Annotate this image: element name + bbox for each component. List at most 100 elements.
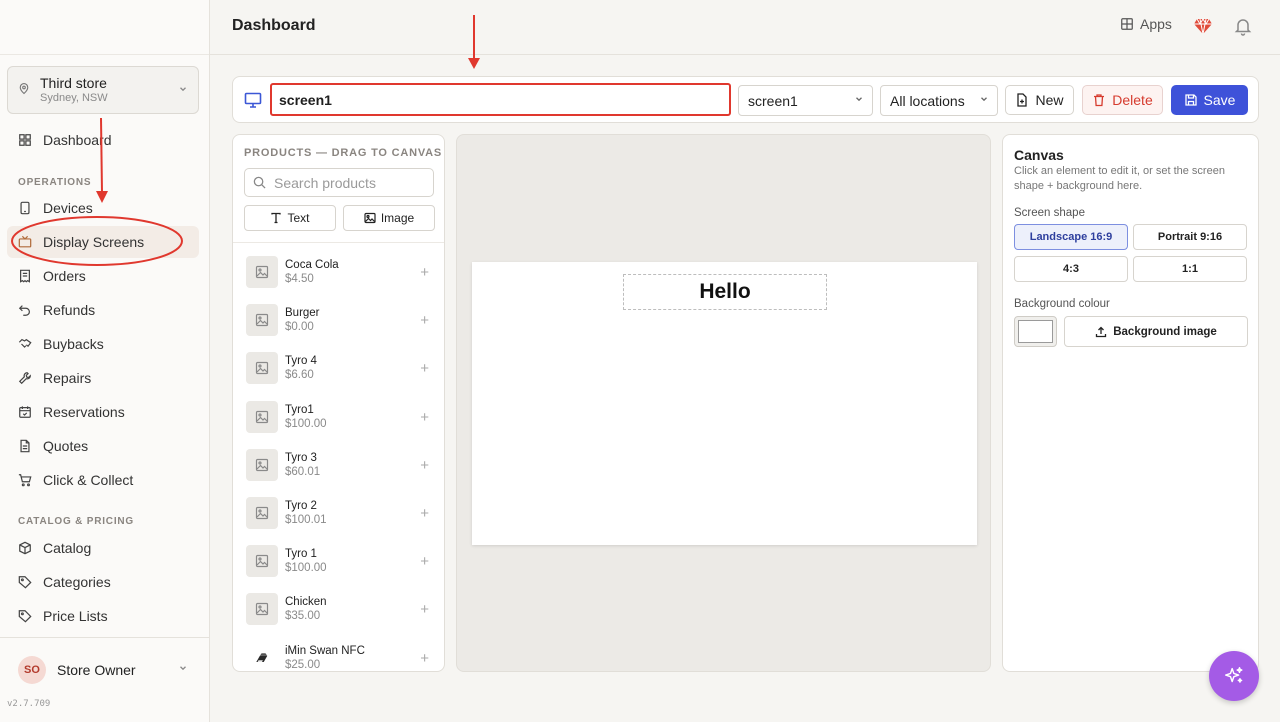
store-name: Third store bbox=[40, 75, 107, 91]
product-name: Tyro1 bbox=[285, 403, 314, 416]
bell-icon[interactable] bbox=[1233, 16, 1253, 36]
location-select-value: All locations bbox=[890, 92, 965, 109]
calendar-icon bbox=[18, 405, 32, 419]
product-price: $0.00 bbox=[285, 321, 314, 334]
product-price: $100.01 bbox=[285, 514, 327, 527]
sidebar-logo-area bbox=[0, 0, 209, 55]
plus-icon[interactable]: + bbox=[420, 505, 429, 522]
background-image-button[interactable]: Background image bbox=[1064, 316, 1248, 347]
plus-icon[interactable]: + bbox=[420, 553, 429, 570]
sidebar-item-price-lists[interactable]: Price Lists bbox=[7, 600, 199, 632]
product-name: Coca Cola bbox=[285, 259, 339, 272]
shape-1-1-button[interactable]: 1:1 bbox=[1133, 256, 1247, 282]
chevron-down-icon bbox=[979, 94, 989, 107]
product-item[interactable]: Tyro1 $100.00 + bbox=[233, 393, 444, 441]
user-menu[interactable]: SO Store Owner bbox=[0, 637, 210, 701]
product-item[interactable]: Tyro 1 $100.00 + bbox=[233, 537, 444, 585]
plus-icon[interactable]: + bbox=[420, 312, 429, 329]
tag-icon bbox=[18, 609, 32, 623]
product-search[interactable] bbox=[244, 168, 434, 197]
product-item[interactable]: Tyro 4 $6.60 + bbox=[233, 344, 444, 392]
page-title: Dashboard bbox=[232, 17, 316, 34]
plus-icon[interactable]: + bbox=[420, 264, 429, 281]
screen-name-input[interactable] bbox=[270, 83, 731, 116]
product-item[interactable]: Tyro 2 $100.01 + bbox=[233, 489, 444, 537]
user-name: Store Owner bbox=[57, 661, 136, 678]
shape-portrait-button[interactable]: Portrait 9:16 bbox=[1133, 224, 1247, 250]
plus-icon[interactable]: + bbox=[420, 457, 429, 474]
plus-icon[interactable]: + bbox=[420, 601, 429, 618]
background-colour-swatch[interactable] bbox=[1014, 316, 1057, 347]
avatar: SO bbox=[18, 655, 46, 684]
sparkles-icon bbox=[1225, 667, 1243, 683]
product-price: $60.01 bbox=[285, 465, 321, 478]
product-thumbnail bbox=[246, 593, 278, 626]
delete-button-label: Delete bbox=[1112, 92, 1153, 108]
sidebar-item-categories[interactable]: Categories bbox=[7, 566, 199, 598]
image-placeholder-icon bbox=[255, 362, 269, 375]
product-list: Coca Cola $4.50 + Burger $0.00 + Tyro 4 $6.… bbox=[233, 248, 444, 671]
image-placeholder-icon bbox=[255, 603, 269, 616]
sidebar-item-label: Quotes bbox=[43, 438, 89, 454]
product-item[interactable]: Burger $0.00 + bbox=[233, 296, 444, 344]
product-thumbnail bbox=[246, 641, 278, 671]
product-name: Tyro 2 bbox=[285, 500, 317, 513]
apps-button[interactable]: Apps bbox=[1120, 16, 1172, 32]
product-price: $35.00 bbox=[285, 610, 321, 623]
product-name: Tyro 1 bbox=[285, 548, 317, 561]
sidebar-item-label: Price Lists bbox=[43, 608, 108, 624]
text-icon bbox=[271, 212, 282, 224]
product-item[interactable]: iMin Swan NFC $25.00 + bbox=[233, 634, 444, 671]
tag-icon bbox=[18, 575, 32, 589]
store-switcher[interactable]: Third store Sydney, NSW bbox=[7, 66, 199, 114]
sidebar-item-label: Dashboard bbox=[43, 132, 112, 148]
ai-assistant-button[interactable] bbox=[1209, 651, 1259, 701]
sidebar-item-orders[interactable]: Orders bbox=[7, 260, 199, 292]
add-image-button[interactable]: Image bbox=[343, 205, 435, 231]
product-item[interactable]: Tyro 3 $60.01 + bbox=[233, 441, 444, 489]
sidebar-item-label: Catalog bbox=[43, 540, 92, 556]
image-icon bbox=[364, 212, 376, 224]
shape-landscape-button[interactable]: Landscape 16:9 bbox=[1014, 224, 1128, 250]
sidebar-item-click-collect[interactable]: Click & Collect bbox=[7, 464, 199, 496]
sidebar-item-dashboard[interactable]: Dashboard bbox=[7, 124, 199, 156]
sidebar-item-catalog[interactable]: Catalog bbox=[7, 532, 199, 564]
sidebar-item-devices[interactable]: Devices bbox=[7, 192, 199, 224]
map-pin-icon bbox=[18, 82, 32, 98]
upload-icon bbox=[1096, 326, 1107, 337]
screen-canvas[interactable]: Hello bbox=[472, 262, 977, 545]
sidebar-item-repairs[interactable]: Repairs bbox=[7, 362, 199, 394]
image-placeholder-icon bbox=[255, 555, 269, 568]
sidebar-item-refunds[interactable]: Refunds bbox=[7, 294, 199, 326]
sidebar-item-display-screens[interactable]: Display Screens bbox=[7, 226, 199, 258]
version-label: v2.7.709 bbox=[7, 699, 51, 709]
product-item[interactable]: Coca Cola $4.50 + bbox=[233, 248, 444, 296]
receipt-icon bbox=[18, 269, 32, 283]
search-input[interactable] bbox=[274, 174, 424, 191]
product-name: iMin Swan NFC bbox=[285, 644, 365, 657]
store-location: Sydney, NSW bbox=[40, 92, 108, 104]
canvas-text-element[interactable]: Hello bbox=[623, 274, 827, 310]
sidebar-item-reservations[interactable]: Reservations bbox=[7, 396, 199, 428]
sidebar-item-buybacks[interactable]: Buybacks bbox=[7, 328, 199, 360]
annotation-arrowhead bbox=[468, 58, 480, 69]
sidebar-item-quotes[interactable]: Quotes bbox=[7, 430, 199, 462]
image-placeholder-icon bbox=[255, 458, 269, 471]
sidebar-item-label: Display Screens bbox=[43, 234, 145, 250]
apps-label: Apps bbox=[1140, 16, 1172, 32]
plus-icon[interactable]: + bbox=[420, 409, 429, 426]
save-button[interactable]: Save bbox=[1171, 85, 1248, 115]
delete-button[interactable]: Delete bbox=[1082, 85, 1163, 115]
location-select[interactable]: All locations bbox=[880, 85, 998, 116]
shape-4-3-button[interactable]: 4:3 bbox=[1014, 256, 1128, 282]
add-text-button[interactable]: Text bbox=[244, 205, 336, 231]
swatch-color bbox=[1018, 320, 1053, 343]
screen-select[interactable]: screen1 bbox=[738, 85, 873, 116]
new-button[interactable]: New bbox=[1005, 85, 1074, 115]
wrench-icon bbox=[18, 371, 32, 385]
products-heading: PRODUCTS — DRAG TO CANVAS bbox=[244, 147, 443, 159]
plus-icon[interactable]: + bbox=[420, 360, 429, 377]
plus-icon[interactable]: + bbox=[420, 650, 429, 667]
gem-icon[interactable] bbox=[1193, 16, 1213, 36]
product-item[interactable]: Chicken $35.00 + bbox=[233, 585, 444, 633]
